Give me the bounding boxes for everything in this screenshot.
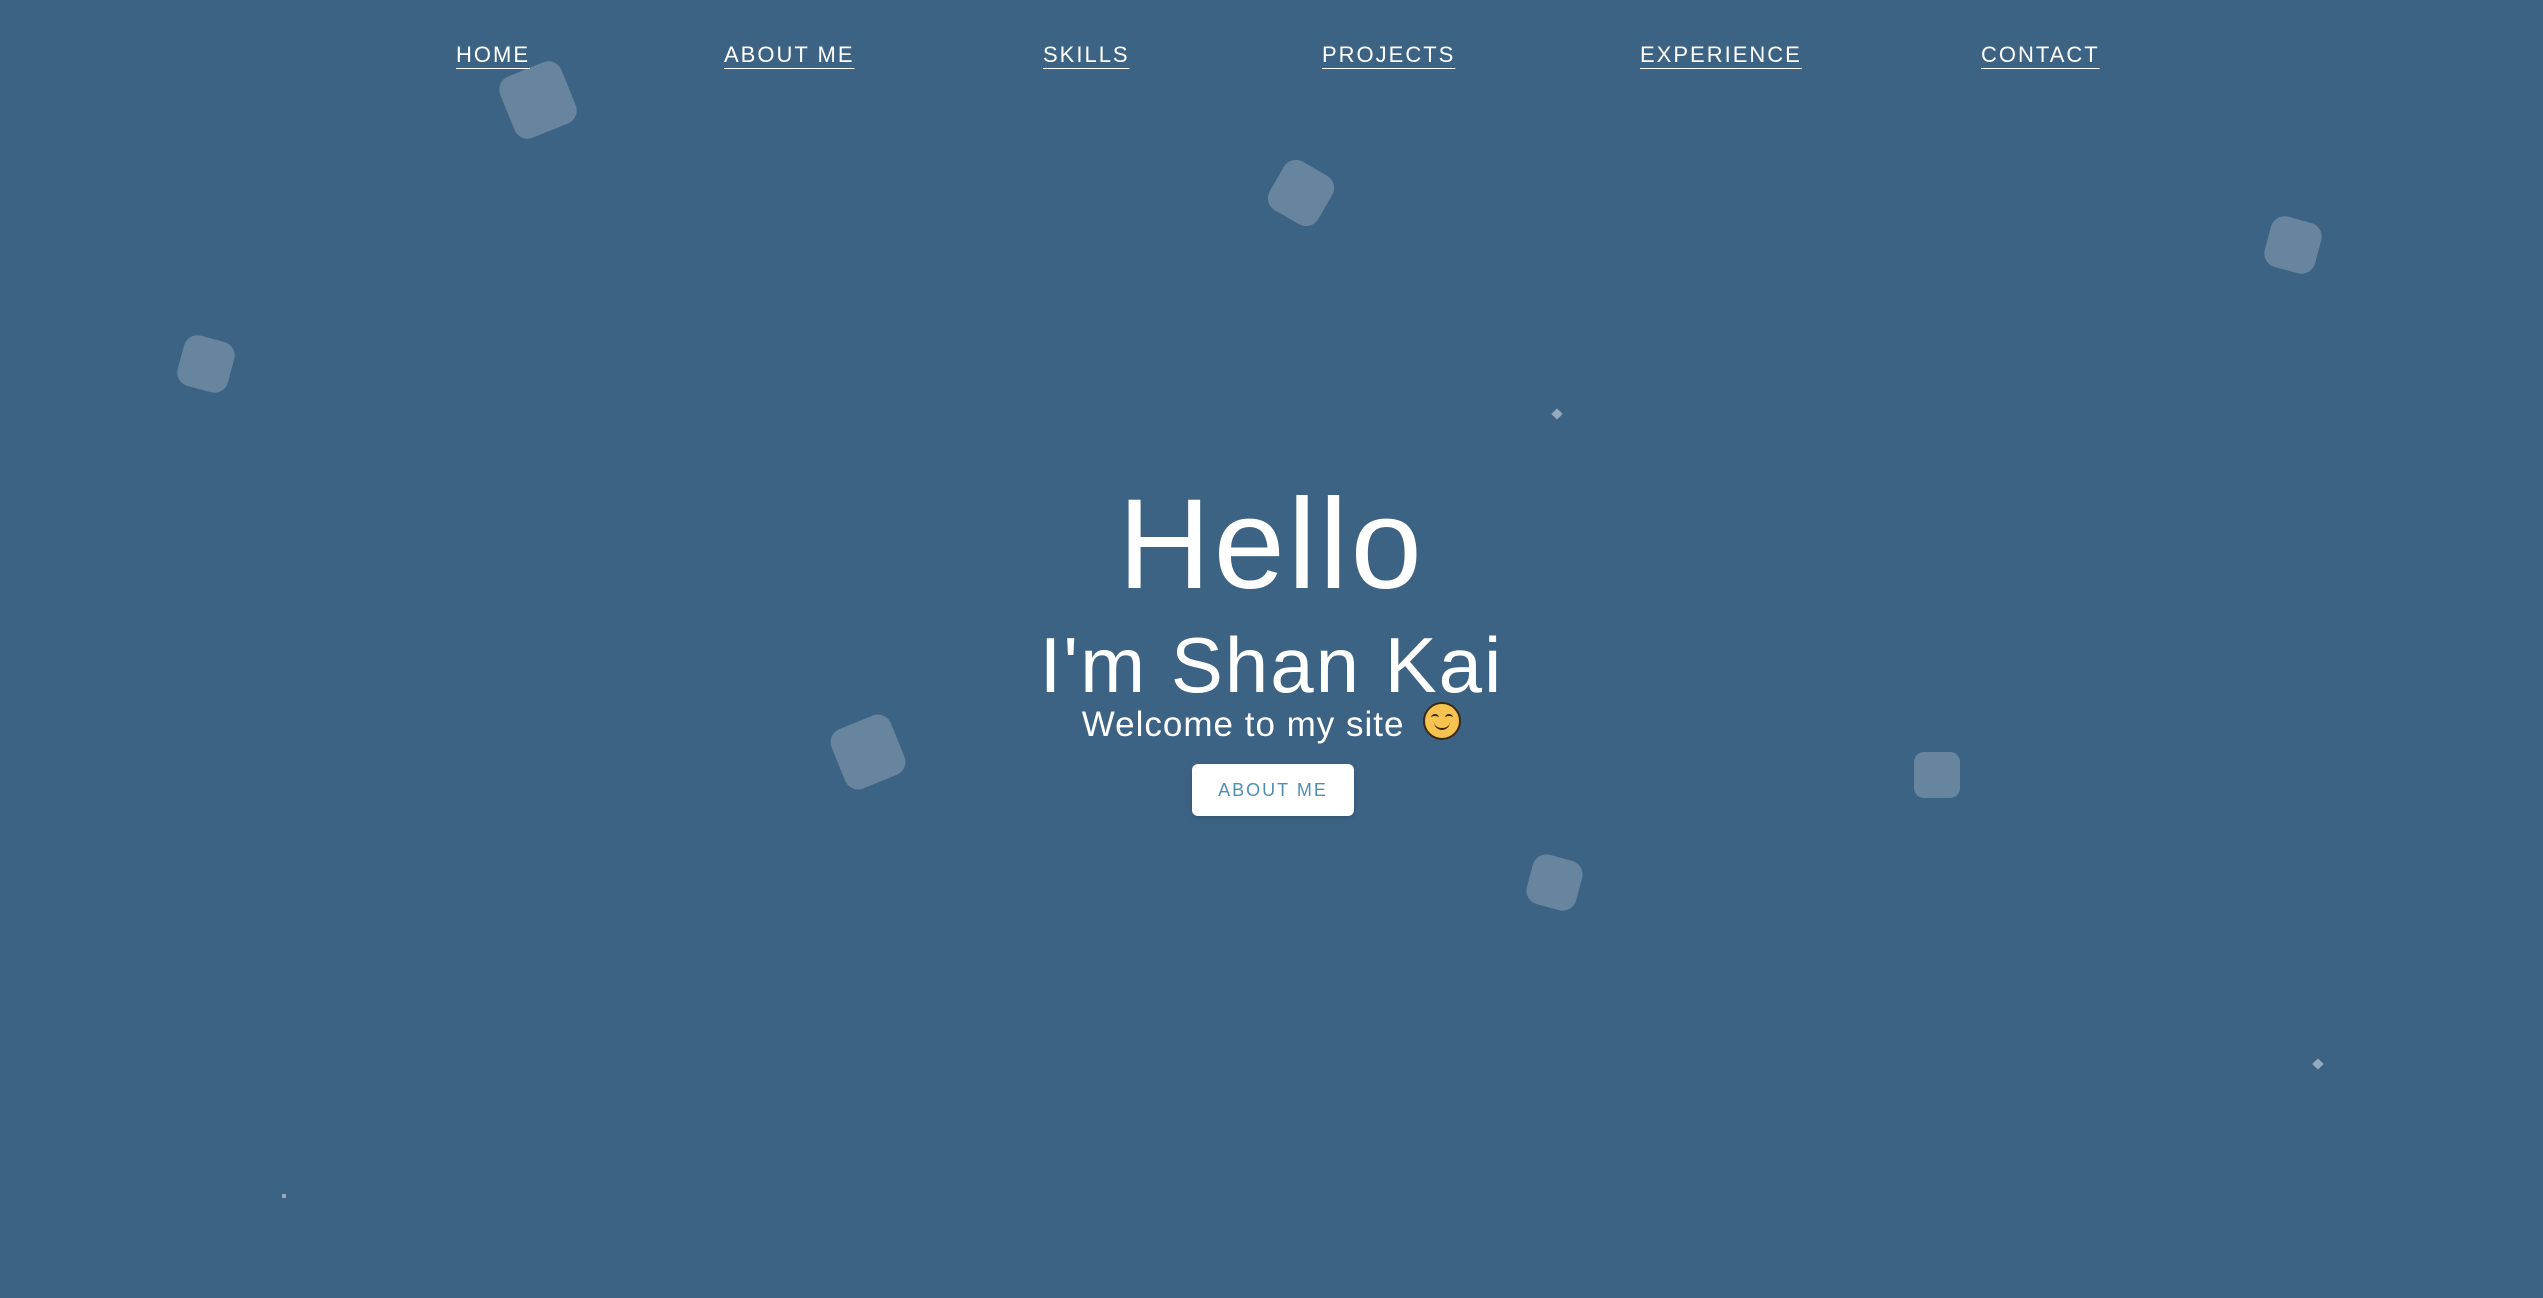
floating-dot-shape: [2312, 1058, 2324, 1070]
hero-tagline: Welcome to my site: [1081, 705, 1405, 744]
floating-square-shape: [1914, 752, 1960, 798]
nav-contact[interactable]: CONTACT: [1981, 42, 2100, 68]
floating-square-shape: [2261, 213, 2325, 277]
nav-skills[interactable]: SKILLS: [1043, 42, 1130, 68]
floating-dot-shape: [282, 1194, 286, 1198]
hero-tagline-row: Welcome to my site: [0, 700, 2543, 750]
hero-name: I'm Shan Kai: [1039, 621, 1504, 709]
floating-square-shape: [1523, 851, 1586, 914]
top-nav: HOME ABOUT ME SKILLS PROJECTS EXPERIENCE…: [0, 0, 2543, 110]
floating-square-shape: [174, 332, 238, 396]
floating-dot-shape: [1551, 408, 1563, 420]
nav-home[interactable]: HOME: [456, 42, 530, 68]
nav-projects[interactable]: PROJECTS: [1322, 42, 1455, 68]
smiling-face-icon: [1423, 702, 1462, 740]
floating-square-shape: [1262, 154, 1340, 232]
nav-experience[interactable]: EXPERIENCE: [1640, 42, 1802, 68]
about-me-button[interactable]: ABOUT ME: [1192, 764, 1354, 816]
nav-about-me[interactable]: ABOUT ME: [724, 42, 855, 68]
hero-greeting: Hello: [1118, 473, 1425, 616]
